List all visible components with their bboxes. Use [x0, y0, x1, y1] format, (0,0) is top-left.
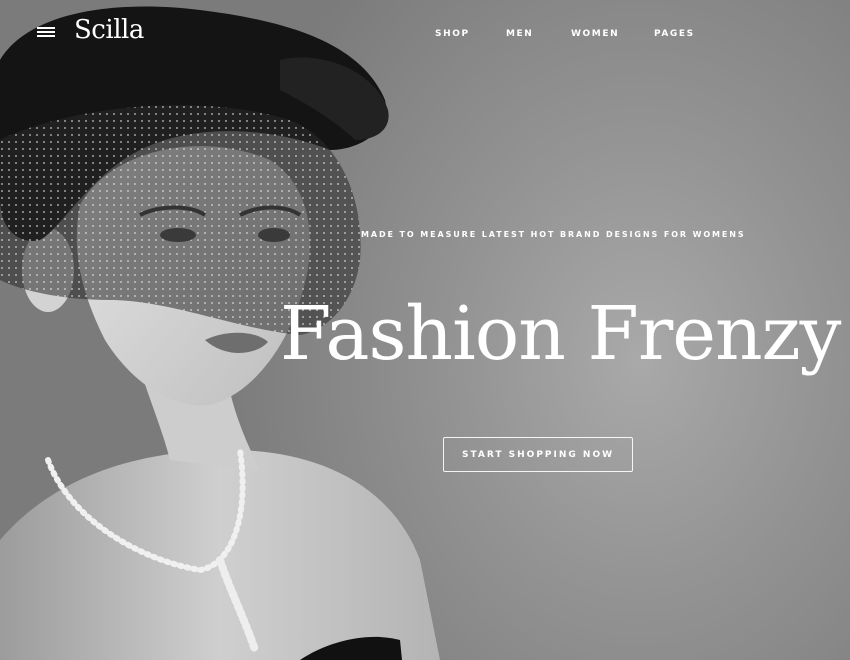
nav-women[interactable]: WOMEN — [571, 27, 619, 41]
hero-headline: Fashion Frenzy — [280, 291, 841, 377]
start-shopping-button[interactable]: START SHOPPING NOW — [443, 437, 633, 472]
hero-tagline: MADE TO MEASURE LATEST HOT BRAND DESIGNS… — [361, 230, 746, 239]
site-header: Scilla SHOP MEN WOMEN PAGES — [0, 0, 850, 64]
nav-men[interactable]: MEN — [506, 27, 533, 41]
nav-shop[interactable]: SHOP — [435, 27, 470, 41]
nav-pages[interactable]: PAGES — [654, 27, 695, 41]
main-nav: SHOP MEN WOMEN PAGES — [0, 27, 850, 41]
